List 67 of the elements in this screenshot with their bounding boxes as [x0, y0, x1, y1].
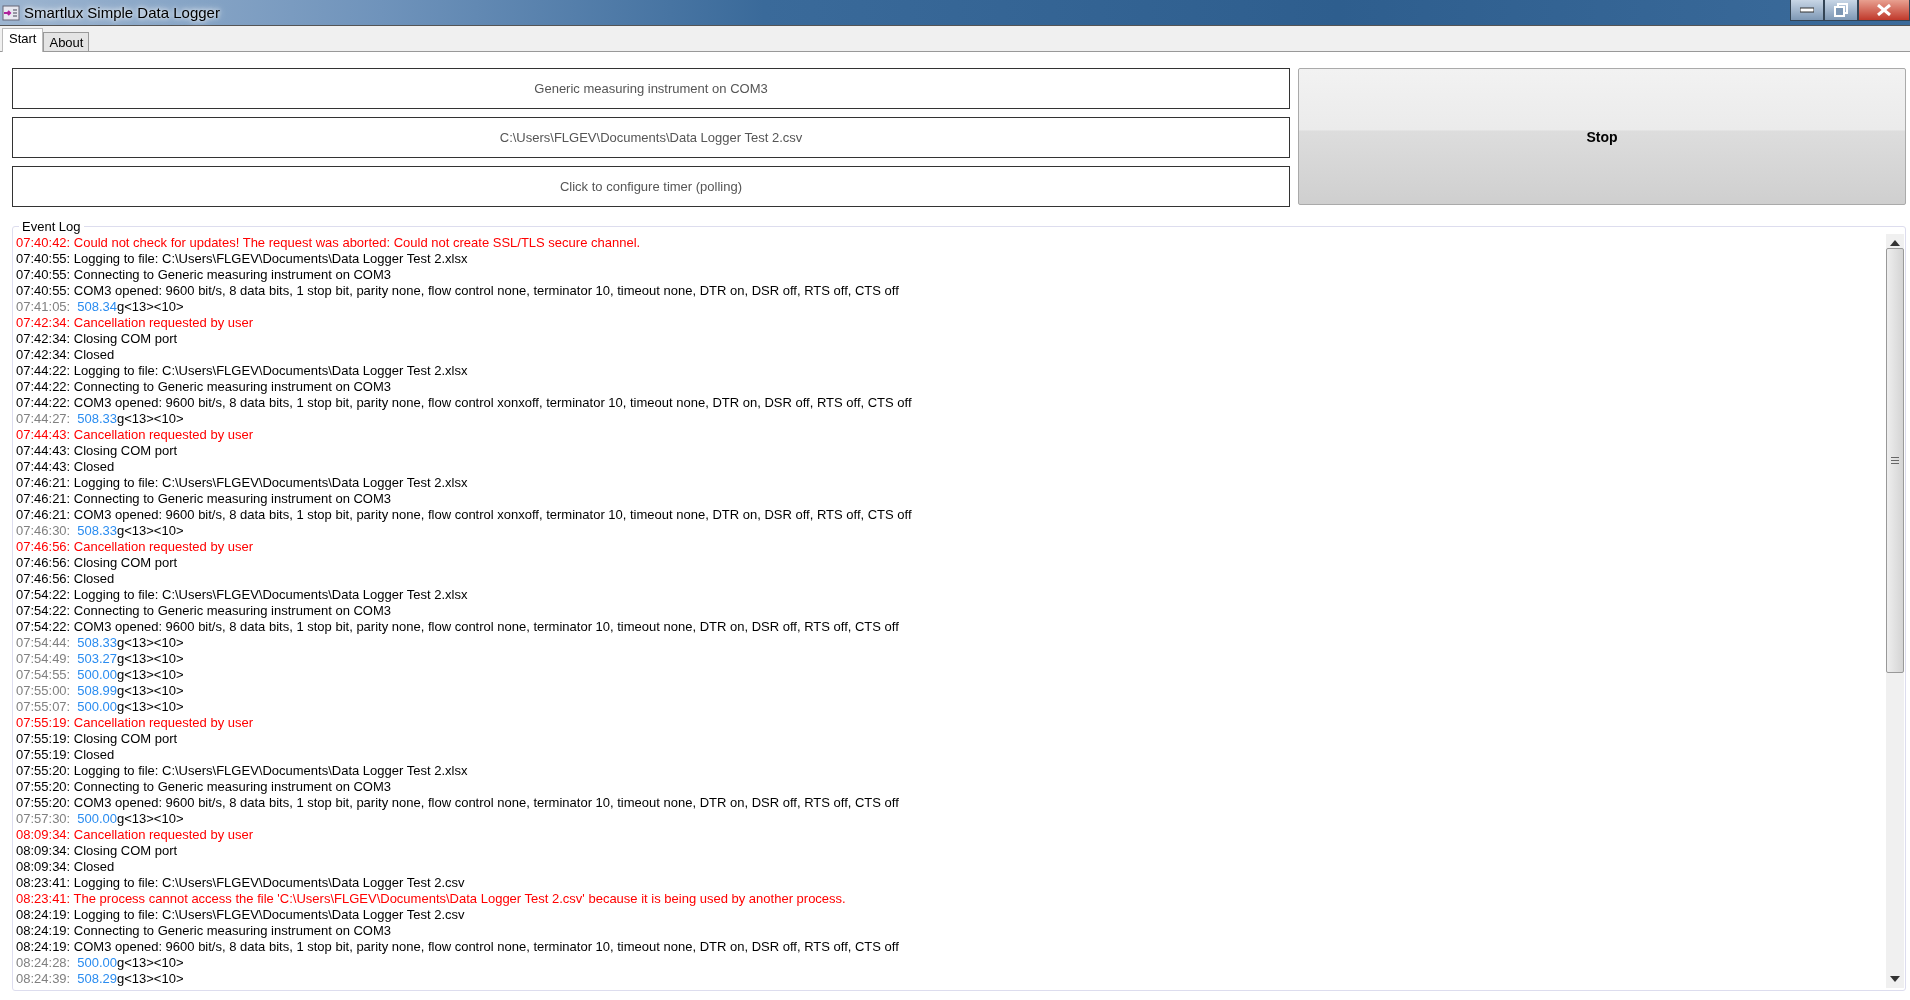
log-error-line: 08:09:34: Cancellation requested by user	[16, 827, 254, 843]
scroll-down-icon[interactable]	[1890, 976, 1900, 982]
log-reading-line: 07:44:27: 508.33g<13><10>	[16, 411, 184, 427]
log-line: 07:42:34: Closed	[16, 347, 115, 363]
timer-button[interactable]: Click to configure timer (polling)	[12, 166, 1290, 207]
log-reading-line: 07:54:44: 508.33g<13><10>	[16, 635, 184, 651]
minimize-icon	[1800, 7, 1814, 13]
log-line: 08:09:34: Closed	[16, 859, 115, 875]
scrollbar[interactable]	[1886, 234, 1904, 988]
log-error-line: 07:40:42: Could not check for updates! The request was aborted: Could not create SSL/TLS secure channel.	[16, 235, 641, 251]
log-line: 07:55:20: COM3 opened: 9600 bit/s, 8 data bits, 1 stop bit, parity none, flow control none, terminator 10, timeout none, DTR on, DSR off, RTS off, CTS off	[16, 795, 899, 811]
log-line: 08:09:34: Closing COM port	[16, 843, 178, 859]
log-reading-line: 08:24:28: 500.00g<13><10>	[16, 955, 184, 971]
log-line: 07:54:22: Logging to file: C:\Users\FLGEV\Documents\Data Logger Test 2.xlsx	[16, 587, 468, 603]
tab[interactable]: Start	[2, 28, 44, 52]
log-line: 07:55:19: Closed	[16, 747, 115, 763]
restore-icon	[1834, 3, 1848, 17]
log-reading-line: 07:54:49: 503.27g<13><10>	[16, 651, 184, 667]
log-error-line: 07:44:43: Cancellation requested by user	[16, 427, 254, 443]
log-line: 08:23:41: Logging to file: C:\Users\FLGEV\Documents\Data Logger Test 2.csv	[16, 875, 465, 891]
log-line: 07:46:21: COM3 opened: 9600 bit/s, 8 data bits, 1 stop bit, parity none, flow control xonxoff, terminator 10, timeout none, DTR on, DSR off, RTS off, CTS off	[16, 507, 912, 523]
log-line: 07:46:21: Logging to file: C:\Users\FLGEV\Documents\Data Logger Test 2.xlsx	[16, 475, 468, 491]
log-error-line: 07:46:56: Cancellation requested by user	[16, 539, 254, 555]
log-line: 07:55:20: Logging to file: C:\Users\FLGEV\Documents\Data Logger Test 2.xlsx	[16, 763, 468, 779]
group-title: Event Log	[21, 219, 82, 234]
log-line: 07:44:22: Logging to file: C:\Users\FLGEV\Documents\Data Logger Test 2.xlsx	[16, 363, 468, 379]
log-line: 07:46:56: Closing COM port	[16, 555, 178, 571]
close-icon	[1877, 4, 1891, 16]
log-line: 07:44:43: Closing COM port	[16, 443, 178, 459]
log-line: 07:46:21: Connecting to Generic measuring instrument on COM3	[16, 491, 392, 507]
log-line: 07:54:22: COM3 opened: 9600 bit/s, 8 data bits, 1 stop bit, parity none, flow control none, terminator 10, timeout none, DTR on, DSR off, RTS off, CTS off	[16, 619, 899, 635]
log-line: 07:40:55: Logging to file: C:\Users\FLGEV\Documents\Data Logger Test 2.xlsx	[16, 251, 468, 267]
log-error-line: 07:55:19: Cancellation requested by user	[16, 715, 254, 731]
log-reading-line: 07:55:00: 508.99g<13><10>	[16, 683, 184, 699]
log-line: 07:54:22: Connecting to Generic measuring instrument on COM3	[16, 603, 392, 619]
log-reading-line: 07:46:30: 508.33g<13><10>	[16, 523, 184, 539]
device-button[interactable]: Generic measuring instrument on COM3	[12, 68, 1290, 109]
log-line: 07:44:22: Connecting to Generic measuring instrument on COM3	[16, 379, 392, 395]
stop-button[interactable]: Stop	[1298, 68, 1906, 205]
log-error-line: 08:23:41: The process cannot access the file 'C:\Users\FLGEV\Documents\Data Logger Test 2.csv' because it is being used by another process.	[16, 891, 846, 907]
log-line: 07:40:55: COM3 opened: 9600 bit/s, 8 data bits, 1 stop bit, parity none, flow control none, terminator 10, timeout none, DTR on, DSR off, RTS off, CTS off	[16, 283, 899, 299]
log-reading-line: 07:41:05: 508.34g<13><10>	[16, 299, 184, 315]
log-line: 07:46:56: Closed	[16, 571, 115, 587]
scrollbar-thumb[interactable]	[1886, 248, 1904, 673]
tab[interactable]: About	[43, 32, 90, 51]
scroll-up-icon[interactable]	[1890, 240, 1900, 246]
log-line: 08:24:19: COM3 opened: 9600 bit/s, 8 data bits, 1 stop bit, parity none, flow control none, terminator 10, timeout none, DTR on, DSR off, RTS off, CTS off	[16, 939, 899, 955]
log-reading-line: 07:55:07: 500.00g<13><10>	[16, 699, 184, 715]
log-line: 07:44:22: COM3 opened: 9600 bit/s, 8 data bits, 1 stop bit, parity none, flow control xonxoff, terminator 10, timeout none, DTR on, DSR off, RTS off, CTS off	[16, 395, 912, 411]
log-line: 07:40:55: Connecting to Generic measuring instrument on COM3	[16, 267, 392, 283]
log-line: 07:44:43: Closed	[16, 459, 115, 475]
restore-button[interactable]	[1824, 0, 1858, 21]
log-error-line: 07:42:34: Cancellation requested by user	[16, 315, 254, 331]
log-line: 07:55:19: Closing COM port	[16, 731, 178, 747]
log-line: 08:24:19: Connecting to Generic measuring instrument on COM3	[16, 923, 392, 939]
minimize-button[interactable]	[1790, 0, 1824, 21]
close-button[interactable]	[1858, 0, 1910, 21]
log-reading-line: 07:57:30: 500.00g<13><10>	[16, 811, 184, 827]
log-reading-line: 08:24:39: 508.29g<13><10>	[16, 971, 184, 987]
log-reading-line: 07:54:55: 500.00g<13><10>	[16, 667, 184, 683]
grip-icon	[1891, 457, 1899, 464]
log-line: 07:55:20: Connecting to Generic measuring instrument on COM3	[16, 779, 392, 795]
file-button[interactable]: C:\Users\FLGEV\Documents\Data Logger Test 2.csv	[12, 117, 1290, 158]
log-line: 07:42:34: Closing COM port	[16, 331, 178, 347]
window-title: Smartlux Simple Data Logger	[24, 4, 220, 21]
log-line: 08:24:19: Logging to file: C:\Users\FLGEV\Documents\Data Logger Test 2.csv	[16, 907, 465, 923]
app-icon	[2, 4, 20, 21]
